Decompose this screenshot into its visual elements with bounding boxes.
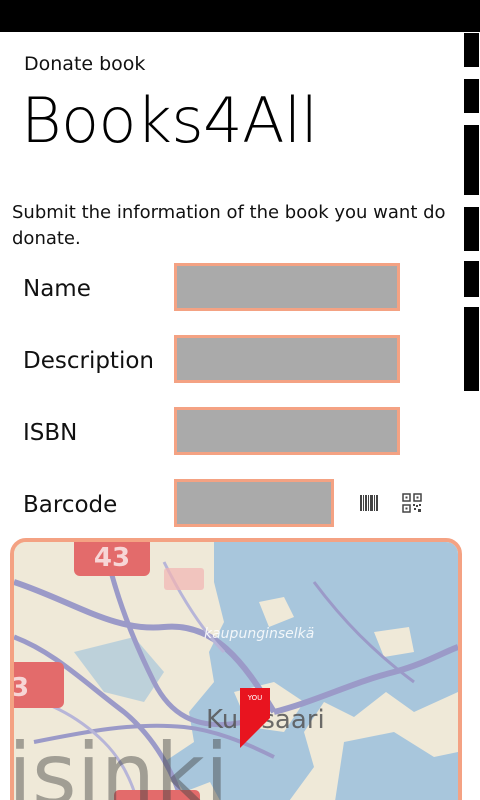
page-title: Books4All <box>21 84 318 157</box>
name-input[interactable] <box>174 263 400 311</box>
app-label: Donate book <box>24 53 146 75</box>
qr-code-icon <box>402 493 422 513</box>
debug-counter <box>463 32 480 68</box>
debug-counter <box>463 206 480 252</box>
barcode-icon <box>360 495 378 511</box>
description-input[interactable] <box>174 335 400 383</box>
debug-counter <box>463 78 480 114</box>
instructions-text: Submit the information of the book you w… <box>12 202 446 249</box>
description-label: Description <box>23 348 154 374</box>
map-canvas: 43 3 kaupunginselkä Kulosaari isinki YOU <box>14 542 458 800</box>
status-bar <box>0 0 480 32</box>
debug-counter <box>463 306 480 392</box>
map-badge-label: 3 <box>14 673 29 703</box>
scan-barcode-button[interactable] <box>356 490 382 516</box>
isbn-input[interactable] <box>174 407 400 455</box>
name-label: Name <box>23 276 91 302</box>
isbn-label: ISBN <box>23 420 78 446</box>
scan-qr-button[interactable] <box>399 490 425 516</box>
map-view[interactable]: 43 3 kaupunginselkä Kulosaari isinki YOU <box>10 538 462 800</box>
debug-counter <box>463 124 480 196</box>
barcode-input[interactable] <box>174 479 334 527</box>
pin-label: YOU <box>247 694 263 702</box>
debug-counter <box>463 260 480 298</box>
debug-counter-strip <box>463 32 480 392</box>
barcode-label: Barcode <box>23 492 118 518</box>
map-badge-label: 43 <box>94 543 130 573</box>
map-district-label: kaupunginselkä <box>204 626 314 642</box>
map-city-label: isinki <box>14 725 229 800</box>
